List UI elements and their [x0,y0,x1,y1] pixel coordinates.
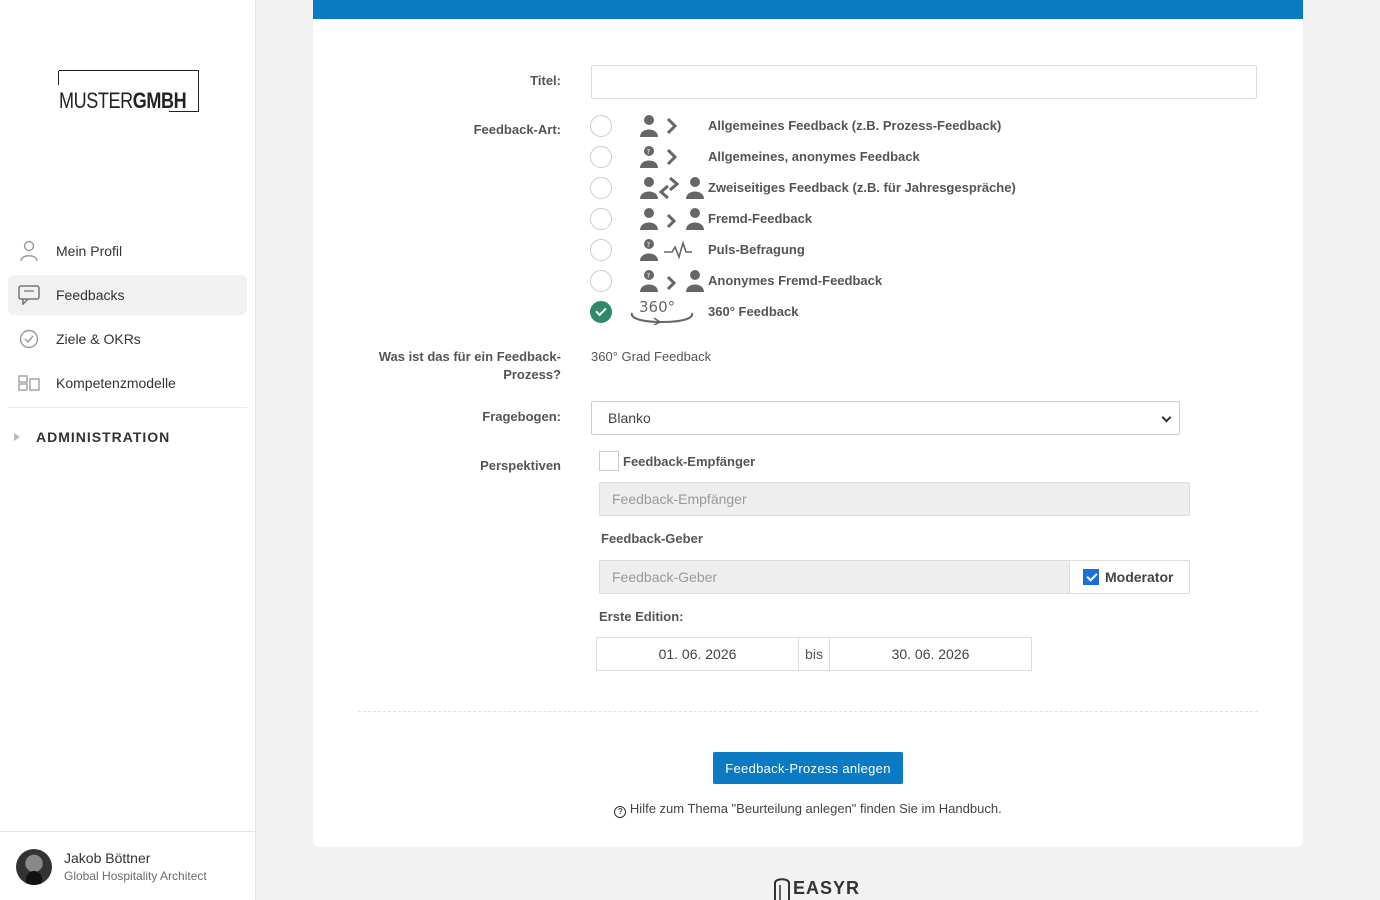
user-name: Jakob Böttner [64,850,151,866]
process-label: Was ist das für ein Feedback- Prozess? [378,349,561,382]
pulse-survey-icon: ? [626,238,708,262]
avatar [16,849,52,885]
caret-right-icon [14,433,20,441]
user-role: Global Hospitality Architect [64,869,207,883]
process-value: 360° Grad Feedback [591,349,712,364]
option-label: Anonymes Fremd-Feedback [708,273,883,288]
feedback-type-option[interactable]: ? Puls-Befragung [590,234,805,265]
grid-icon [18,372,40,394]
360-degree-icon: 360° [626,299,708,325]
option-label: Zweiseitiges Feedback (z.B. für Jahresge… [708,180,1016,195]
option-label: Fremd-Feedback [708,211,813,226]
radio-button[interactable] [590,207,612,230]
receiver-input[interactable]: Feedback-Empfänger [599,482,1190,516]
easyr-logo-text: EASYR [793,877,861,898]
two-way-feedback-icon [626,176,708,200]
sidebar-item-feedbacks[interactable]: Feedbacks [8,275,247,315]
perspectives-label: Perspektiven [480,458,561,473]
giver-input[interactable]: Feedback-Geber [599,560,1070,594]
anonymous-person-arrow-icon: ? [626,145,708,169]
divider [358,711,1258,712]
option-label: Puls-Befragung [708,242,805,257]
receiver-checkbox[interactable] [599,451,619,471]
first-edition-label: Erste Edition: [599,609,684,624]
user-profile[interactable]: Jakob Böttner Global Hospitality Archite… [0,831,255,900]
check-circle-icon [18,328,40,350]
radio-button[interactable] [590,145,612,168]
sidebar-item-label: Mein Profil [56,243,123,259]
help-text-label: Hilfe zum Thema "Beurteilung anlegen" fi… [629,801,1002,816]
feedback-type-option[interactable]: 360° 360° Feedback [590,296,798,327]
sidebar-item-administration[interactable]: ADMINISTRATION [8,408,247,466]
feedback-type-option[interactable]: ? Allgemeines, anonymes Feedback [590,141,920,172]
date-separator: bis [799,638,830,670]
questionnaire-select[interactable]: Blanko [591,401,1180,435]
chat-icon [18,284,40,306]
create-feedback-process-button[interactable]: Feedback-Prozess anlegen [713,752,903,784]
svg-text:?: ? [647,148,651,156]
title-label: Titel: [530,73,561,88]
feedback-type-option[interactable]: Fremd-Feedback [590,203,812,234]
feedback-type-option[interactable]: Allgemeines Feedback (z.B. Prozess-Feedb… [590,110,1001,141]
moderator-checkbox[interactable] [1083,569,1099,585]
date-range: 01. 06. 2026 bis 30. 06. 2026 [596,637,1032,671]
option-label: Allgemeines, anonymes Feedback [708,149,920,164]
svg-text:?: ? [647,241,651,249]
company-logo[interactable]: MUSTERGMBH [58,70,199,112]
giver-heading: Feedback-Geber [601,531,703,546]
feedback-type-option[interactable]: ? Anonymes Fremd-Feedback [590,265,882,296]
card-header-bar [313,0,1303,19]
receiver-checkbox-label: Feedback-Empfänger [623,453,756,469]
feedback-type-label: Feedback-Art: [473,122,561,137]
date-from-input[interactable]: 01. 06. 2026 [597,638,799,670]
sidebar-item-label: Ziele & OKRs [56,331,141,347]
person-arrow-icon [626,114,708,138]
external-feedback-icon [626,207,708,231]
sidebar-nav: Mein Profil Feedbacks Ziele & OKRs Kompe… [8,231,247,466]
svg-text:360°: 360° [639,299,675,316]
chevron-down-icon [1161,412,1172,423]
sidebar-item-mein-profil[interactable]: Mein Profil [8,231,247,271]
easyr-logo-icon [774,878,790,900]
sidebar: MUSTERGMBH Mein Profil Feedbacks Ziele &… [0,0,256,900]
questionnaire-selected-value: Blanko [608,410,651,426]
radio-button[interactable] [590,300,612,323]
user-icon [18,240,40,262]
sidebar-item-label: Kompetenzmodelle [56,375,176,391]
radio-button[interactable] [590,176,612,199]
form-card: Titel: Feedback-Art: Allgemeines Feedbac… [313,19,1303,847]
sidebar-item-label: Feedbacks [56,287,125,303]
receiver-checkbox-row[interactable]: Feedback-Empfänger [599,451,755,471]
title-input[interactable] [591,65,1257,99]
date-to-input[interactable]: 30. 06. 2026 [830,638,1031,670]
help-text[interactable]: ? Hilfe zum Thema "Beurteilung anlegen" … [313,801,1303,818]
sidebar-item-kompetenzmodelle[interactable]: Kompetenzmodelle [8,363,247,403]
option-label: 360° Feedback [708,304,799,319]
question-circle-icon: ? [614,806,627,818]
option-label: Allgemeines Feedback (z.B. Prozess-Feedb… [708,118,1002,133]
questionnaire-label: Fragebogen: [482,409,561,424]
radio-button[interactable] [590,238,612,261]
radio-button[interactable] [590,269,612,292]
moderator-label: Moderator [1105,569,1174,585]
sidebar-item-ziele[interactable]: Ziele & OKRs [8,319,247,359]
radio-button[interactable] [590,114,612,137]
svg-text:?: ? [647,272,651,280]
moderator-toggle[interactable]: Moderator [1069,560,1190,594]
anonymous-external-feedback-icon: ? [626,269,708,293]
easyr-logo[interactable]: EASYR [773,875,860,900]
sidebar-item-label: ADMINISTRATION [36,429,171,445]
feedback-type-option[interactable]: Zweiseitiges Feedback (z.B. für Jahresge… [590,172,1016,203]
